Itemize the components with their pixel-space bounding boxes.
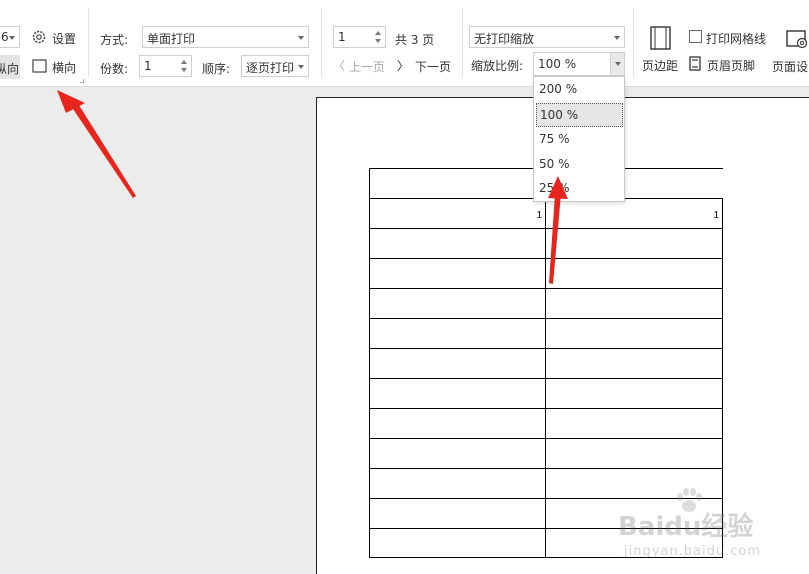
red-arrow-icon — [57, 90, 136, 198]
red-arrow-icon — [548, 176, 568, 284]
annotation-arrows — [57, 90, 568, 284]
